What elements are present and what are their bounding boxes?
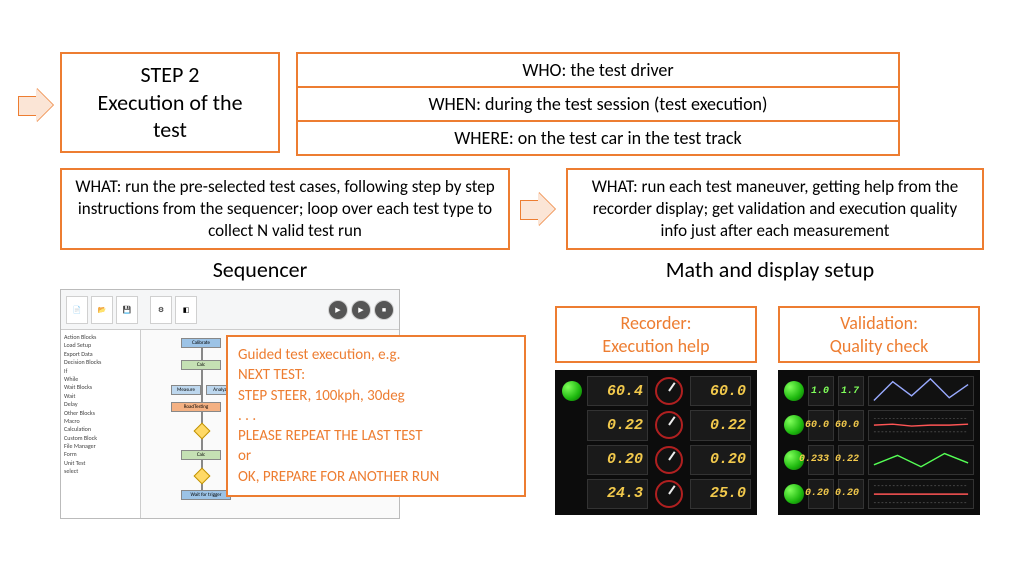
readout: 24.3 — [587, 479, 648, 509]
where-row: WHERE: on the test car in the test track — [296, 120, 900, 156]
validation-dashboard: 1.0 1.7 60.0 60.0 0.233 0.22 0.20 0.20 — [778, 370, 980, 515]
sparkline — [868, 445, 974, 475]
recorder-dashboard: 60.4 60.0 0.22 0.22 0.20 0.20 24.3 25.0 — [555, 370, 757, 515]
settings-icon: ⚙ — [150, 296, 172, 324]
readout: 0.22 — [838, 445, 864, 475]
readout: 60.0 — [808, 410, 834, 440]
guided-line: . . . — [238, 406, 514, 426]
status-led-icon — [784, 415, 804, 435]
new-icon: 📄 — [66, 296, 88, 324]
custom-icon: ◧ — [175, 296, 197, 324]
what-sequencer-box: WHAT: run the pre-selected test cases, f… — [60, 168, 510, 250]
gauge-icon — [655, 411, 683, 439]
sequencer-tree: Action Blocks Load Setup Export Data Dec… — [61, 330, 141, 518]
play-all-icon: ▶ — [328, 300, 348, 320]
math-heading: Math and display setup — [560, 256, 980, 283]
readout: 0.20 — [838, 479, 864, 509]
what-math-box: WHAT: run each test maneuver, getting he… — [566, 168, 984, 250]
validation-label-box: Validation: Quality check — [778, 306, 980, 363]
who-row: WHO: the test driver — [296, 52, 900, 88]
guided-line: PLEASE REPEAT THE LAST TEST — [238, 426, 514, 446]
step-desc-line: test — [153, 116, 187, 144]
gauge-icon — [655, 480, 683, 508]
guided-execution-callout: Guided test execution, e.g. NEXT TEST: S… — [226, 335, 526, 497]
open-icon: 📂 — [91, 296, 113, 324]
what-left-text: WHAT: run the pre-selected test cases, f… — [72, 176, 498, 242]
readout: 0.20 — [690, 445, 751, 475]
what-right-text: WHAT: run each test maneuver, getting he… — [578, 176, 972, 242]
stop-icon: ■ — [374, 300, 394, 320]
guided-line: OK, PREPARE FOR ANOTHER RUN — [238, 467, 514, 487]
readout: 0.20 — [587, 445, 648, 475]
sequencer-heading: Sequencer — [60, 256, 460, 283]
guided-line: STEP STEER, 100kph, 30deg — [238, 386, 514, 406]
guided-line: Guided test execution, e.g. — [238, 345, 514, 365]
readout: 25.0 — [690, 479, 751, 509]
step-title-box: STEP 2 Execution of the test — [60, 52, 280, 153]
status-led-icon — [784, 484, 804, 504]
step-number: STEP 2 — [141, 61, 200, 89]
sequencer-toolbar: 📄 📂 💾 ⚙ ◧ ▶ ▶ ■ — [61, 290, 399, 330]
status-led-icon — [784, 381, 804, 401]
readout: 60.4 — [587, 376, 648, 406]
play-icon: ▶ — [351, 300, 371, 320]
readout: 1.7 — [838, 376, 864, 406]
readout: 0.22 — [587, 410, 648, 440]
gauge-icon — [655, 446, 683, 474]
save-icon: 💾 — [116, 296, 138, 324]
who-when-where-box: WHO: the test driver WHEN: during the te… — [296, 52, 900, 154]
gauge-icon — [655, 377, 683, 405]
readout: 1.0 — [808, 376, 834, 406]
sparkline — [868, 376, 974, 406]
readout: 0.233 — [808, 445, 834, 475]
recorder-label-box: Recorder: Execution help — [555, 306, 757, 363]
decision-icon — [194, 468, 211, 485]
readout: 0.20 — [808, 479, 834, 509]
readout: 0.22 — [690, 410, 751, 440]
readout: 60.0 — [838, 410, 864, 440]
when-row: WHEN: during the test session (test exec… — [296, 86, 900, 122]
status-led-icon — [562, 381, 582, 401]
sparkline — [868, 479, 974, 509]
guided-line: or — [238, 446, 514, 466]
sparkline — [868, 410, 974, 440]
readout: 60.0 — [690, 376, 751, 406]
guided-line: NEXT TEST: — [238, 365, 514, 385]
step-desc-line: Execution of the — [97, 89, 242, 117]
decision-icon — [194, 423, 211, 440]
